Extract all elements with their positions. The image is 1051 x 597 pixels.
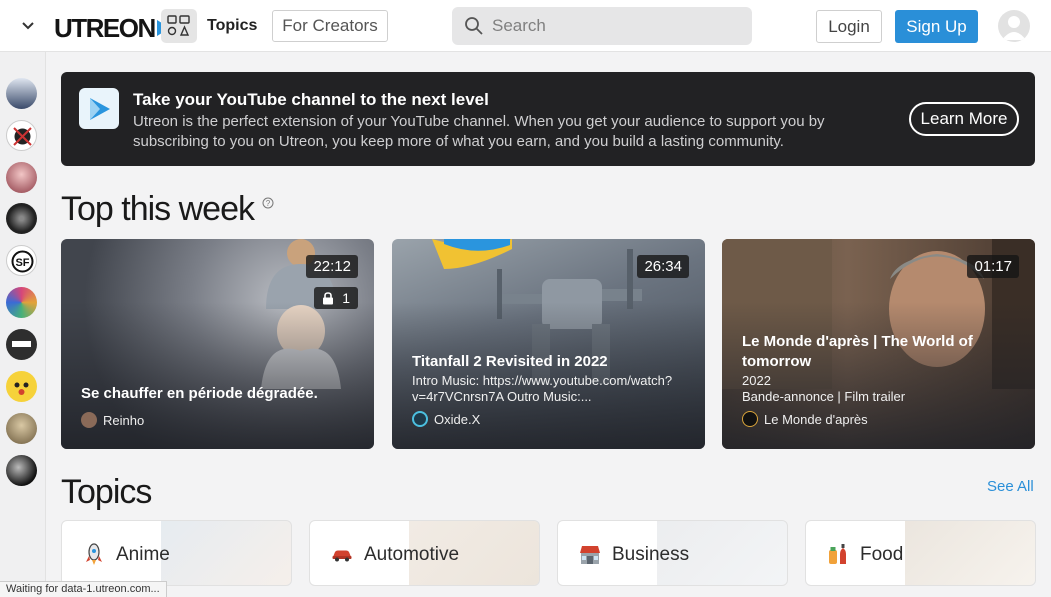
login-button[interactable]: Login — [816, 10, 882, 43]
video-description-year: 2022 — [742, 373, 771, 388]
lock-count: 1 — [342, 290, 350, 306]
channel-avatar[interactable] — [6, 371, 37, 402]
video-duration: 22:12 — [306, 255, 358, 278]
channel-name: Oxide.X — [434, 411, 481, 427]
section-title-topics: Topics — [61, 473, 152, 511]
car-icon — [332, 550, 352, 562]
channel-avatar[interactable] — [6, 120, 37, 151]
browser-status-bar: Waiting for data-1.utreon.com... — [0, 581, 167, 597]
learn-more-button[interactable]: Learn More — [909, 102, 1019, 136]
video-title: Titanfall 2 Revisited in 2022 — [412, 353, 608, 370]
channel-avatar-icon — [81, 412, 97, 428]
channel-avatar[interactable] — [6, 287, 37, 318]
svg-text:SF: SF — [15, 257, 29, 269]
section-title-top-week: Top this week — [61, 190, 255, 228]
channel-avatar[interactable] — [6, 203, 37, 234]
signup-button[interactable]: Sign Up — [895, 10, 978, 43]
subscriptions-sidebar: SF — [0, 52, 46, 597]
chevron-down-icon[interactable] — [18, 16, 38, 36]
video-channel[interactable]: Le Monde d'après — [742, 411, 868, 427]
channel-avatar[interactable]: SF — [6, 245, 37, 276]
top-header: UTREON Topics For Creators Login Sign Up — [0, 0, 1051, 52]
search-input[interactable] — [492, 16, 732, 36]
channel-name: Reinho — [103, 412, 145, 428]
video-duration: 01:17 — [967, 255, 1019, 278]
topics-grid-icon[interactable] — [161, 9, 197, 43]
channel-avatar[interactable] — [6, 329, 37, 360]
banner-text: Utreon is the perfect extension of your … — [133, 113, 825, 150]
channel-avatar[interactable] — [6, 413, 37, 444]
video-card[interactable]: 01:17 Le Monde d'après | The World of to… — [722, 239, 1035, 449]
channel-avatar[interactable] — [6, 78, 37, 109]
banner-title: Take your YouTube channel to the next le… — [133, 90, 489, 109]
premium-lock-badge: 1 — [314, 287, 358, 309]
search-icon — [465, 17, 483, 35]
utreon-play-icon — [79, 88, 119, 129]
user-avatar-icon[interactable] — [998, 10, 1030, 42]
channel-name: Le Monde d'après — [764, 411, 868, 427]
topic-background — [161, 521, 291, 585]
topic-label: Food — [860, 544, 904, 565]
see-all-link[interactable]: See All — [987, 478, 1034, 495]
lock-icon — [323, 291, 334, 304]
topic-card-automotive[interactable]: Automotive — [309, 520, 540, 586]
topic-label: Business — [612, 544, 690, 565]
channel-avatar[interactable] — [6, 162, 37, 193]
svg-text:?: ? — [266, 199, 271, 208]
video-duration: 26:34 — [637, 255, 689, 278]
creator-promo-banner: Take your YouTube channel to the next le… — [61, 72, 1035, 166]
logo-text: UTREON — [54, 12, 156, 43]
for-creators-button[interactable]: For Creators — [272, 10, 388, 42]
utreon-logo[interactable]: UTREON — [54, 13, 170, 43]
video-card[interactable]: 22:12 1 Se chauffer en période dégradée.… — [61, 239, 374, 449]
channel-avatar[interactable] — [6, 455, 37, 486]
topic-label: Anime — [116, 544, 170, 565]
food-icon — [829, 544, 846, 564]
topic-card-business[interactable]: Business — [557, 520, 788, 586]
video-channel[interactable]: Reinho — [81, 412, 144, 428]
video-channel[interactable]: Oxide.X — [412, 411, 480, 427]
help-icon[interactable]: ? — [262, 197, 274, 209]
video-card[interactable]: 26:34 Titanfall 2 Revisited in 2022 Intr… — [392, 239, 705, 449]
video-title: Se chauffer en période dégradée. — [81, 385, 318, 402]
topic-background — [905, 521, 1035, 585]
topic-card-anime[interactable]: Anime — [61, 520, 292, 586]
channel-avatar-icon — [742, 411, 758, 427]
topic-card-food[interactable]: Food — [805, 520, 1036, 586]
search-bar[interactable] — [452, 7, 752, 45]
video-description: Intro Music: https://www.youtube.com/wat… — [412, 373, 673, 404]
channel-avatar-icon — [412, 411, 428, 427]
store-icon — [580, 546, 600, 564]
topic-label: Automotive — [364, 544, 460, 565]
video-description-type: Bande-annonce | Film trailer — [742, 389, 906, 404]
topics-nav-link[interactable]: Topics — [207, 17, 257, 35]
rocket-icon — [86, 543, 102, 565]
video-title: Le Monde d'après | The World of tomorrow — [742, 333, 973, 370]
